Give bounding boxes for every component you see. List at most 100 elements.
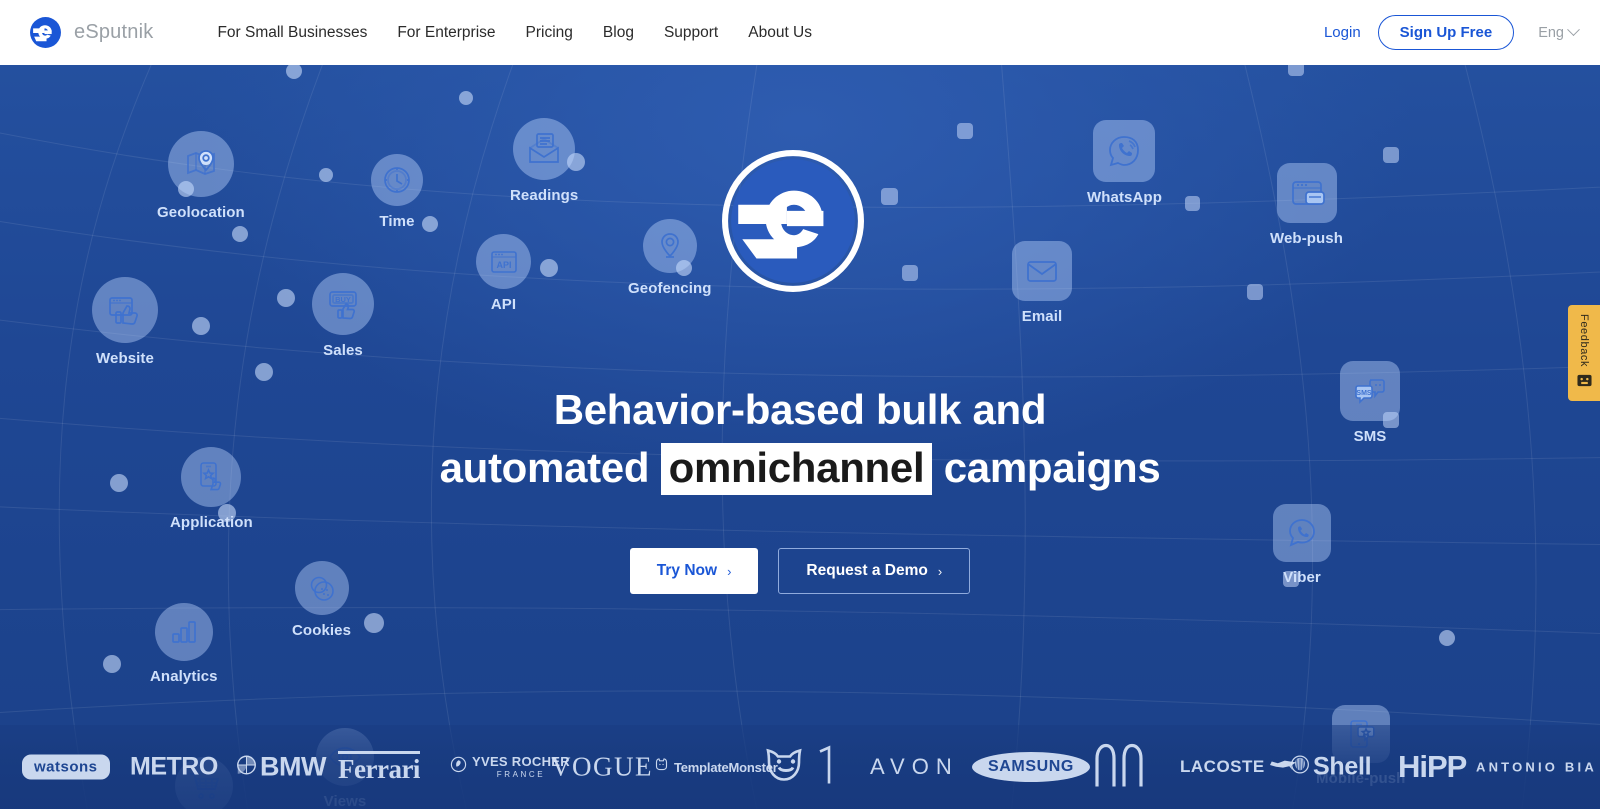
- client-logo-samsung: SAMSUNG: [972, 752, 1090, 782]
- channel-chip-whatsapp[interactable]: WhatsApp: [1087, 120, 1162, 206]
- watsons-wordmark: watsons: [22, 754, 110, 780]
- chevron-right-icon: ›: [727, 563, 732, 579]
- channel-chip-analytics[interactable]: Analytics: [150, 603, 218, 685]
- chip-label: Geofencing: [628, 280, 712, 297]
- headline-prefix: automated: [439, 444, 661, 491]
- whatsapp-icon: [1093, 120, 1156, 182]
- channel-chip-time[interactable]: Time: [371, 154, 423, 230]
- chip-label: Email: [1021, 308, 1063, 325]
- sign-up-free-button[interactable]: Sign Up Free: [1377, 15, 1515, 50]
- chip-label: Web-push: [1270, 230, 1344, 247]
- chip-label: Application: [170, 514, 253, 531]
- hotline-cat-icon: [762, 743, 810, 792]
- try-now-button[interactable]: Try Now ›: [629, 548, 759, 594]
- clock-icon: [371, 154, 423, 206]
- antonio-biaggi-wordmark: ANTONIO BIA: [1476, 759, 1597, 775]
- client-logo-templatemonster: TemplateMonster: [654, 757, 778, 777]
- hotline-one-icon: [816, 744, 836, 791]
- channel-chip-sales[interactable]: BUY Sales: [312, 273, 374, 359]
- map-pin-icon: [167, 131, 234, 197]
- try-now-label: Try Now: [656, 562, 718, 579]
- language-selector[interactable]: Eng: [1538, 23, 1580, 41]
- client-logo-watsons: watsons: [22, 754, 110, 780]
- mcdonalds-arches-icon: [1093, 741, 1145, 794]
- headline-suffix: campaigns: [932, 444, 1161, 491]
- channel-chip-readings[interactable]: Readings: [510, 118, 578, 204]
- client-logos-strip: watsons METRO BMW Ferrari YVES ROCHER FR…: [0, 725, 1600, 809]
- nav-item-about-us[interactable]: About Us: [733, 24, 827, 42]
- templatemonster-mark-icon: [654, 757, 669, 777]
- headline-line-1: Behavior-based bulk and: [553, 386, 1047, 433]
- hipp-wordmark: HiPP: [1398, 749, 1467, 784]
- smiley-face-icon: [1576, 373, 1592, 393]
- language-label: Eng: [1538, 24, 1564, 41]
- chip-label: Cookies: [292, 622, 352, 639]
- esputnik-circle-logo-icon: [722, 150, 864, 292]
- header-actions: Login Sign Up Free Eng: [1324, 15, 1580, 50]
- page-title: Behavior-based bulk and automated omnich…: [0, 383, 1600, 495]
- esputnik-logo-icon: [29, 16, 62, 49]
- request-a-demo-button[interactable]: Request a Demo ›: [778, 548, 971, 594]
- web-push-icon: [1276, 163, 1337, 223]
- headline-highlighted-word: omnichannel: [660, 443, 933, 495]
- yves-rocher-emblem-icon: [450, 756, 467, 778]
- bmw-wordmark: BMW: [260, 751, 326, 782]
- brand-logo-link[interactable]: eSputnik: [29, 16, 153, 49]
- geofence-pin-icon: [642, 219, 697, 273]
- samsung-wordmark: SAMSUNG: [972, 752, 1090, 782]
- channel-chip-web-push[interactable]: Web-push: [1270, 163, 1343, 247]
- nav-item-pricing[interactable]: Pricing: [511, 24, 588, 42]
- channel-chip-geolocation[interactable]: Geolocation: [157, 131, 245, 221]
- chip-label: Geolocation: [157, 204, 245, 221]
- nav-item-for-enterprise[interactable]: For Enterprise: [382, 24, 510, 42]
- api-window-icon: API: [476, 234, 531, 289]
- client-logo-vogue: VOGUE: [551, 752, 653, 783]
- thumbs-up-page-icon: [92, 277, 158, 343]
- client-logo-lacoste: LACOSTE: [1180, 757, 1296, 777]
- vogue-wordmark: VOGUE: [551, 751, 653, 782]
- chevron-right-icon: ›: [937, 563, 943, 579]
- client-logo-bmw: BMW: [236, 752, 326, 783]
- svg-text:BUY: BUY: [335, 295, 351, 304]
- nav-item-support[interactable]: Support: [649, 24, 733, 42]
- client-logo-antonio-biaggi: ANTONIO BIA: [1476, 760, 1597, 775]
- shell-pecten-icon: [1290, 755, 1310, 780]
- client-logo-hotline: [762, 743, 836, 792]
- cta-button-group: Try Now › Request a Demo ›: [0, 548, 1600, 594]
- envelope-icon: [1012, 241, 1072, 301]
- chip-label: Time: [379, 213, 415, 230]
- site-header: eSputnik For Small Businesses For Enterp…: [0, 0, 1600, 65]
- buy-button-icon: BUY: [312, 273, 374, 335]
- client-logo-hipp: HiPP: [1398, 749, 1467, 785]
- shell-wordmark: Shell: [1313, 752, 1372, 781]
- chip-label: Readings: [510, 187, 579, 204]
- brand-name: eSputnik: [74, 21, 154, 43]
- nav-item-for-small-businesses[interactable]: For Small Businesses: [202, 24, 382, 42]
- hero-section: Geolocation Time Readings WhatsApp Web-p…: [0, 65, 1600, 809]
- chip-label: Analytics: [150, 668, 218, 685]
- avon-wordmark: AVON: [870, 754, 959, 779]
- bar-chart-icon: [154, 603, 213, 661]
- metro-wordmark: METRO: [130, 752, 218, 781]
- login-link[interactable]: Login: [1324, 24, 1361, 41]
- headline-line-2: automated omnichannel campaigns: [0, 441, 1600, 495]
- channel-chip-api[interactable]: API API: [476, 234, 531, 313]
- client-logo-mcdonalds: [1093, 741, 1145, 794]
- chip-label: Website: [96, 350, 154, 367]
- feedback-tab[interactable]: Feedback: [1568, 305, 1600, 401]
- ferrari-wordmark: Ferrari: [338, 754, 420, 784]
- bmw-roundel-icon: [236, 754, 257, 780]
- open-mail-icon: [513, 118, 576, 180]
- feedback-label: Feedback: [1578, 314, 1590, 368]
- svg-text:API: API: [496, 260, 511, 270]
- channel-chip-geofencing[interactable]: Geofencing: [628, 219, 712, 297]
- lacoste-wordmark: LACOSTE: [1180, 757, 1265, 776]
- main-navigation: For Small Businesses For Enterprise Pric…: [202, 24, 827, 42]
- chip-label: Sales: [323, 342, 363, 359]
- channel-chip-website[interactable]: Website: [92, 277, 158, 367]
- channel-chip-email[interactable]: Email: [1012, 241, 1072, 325]
- client-logo-shell: Shell: [1290, 752, 1372, 782]
- chevron-down-icon: [1567, 23, 1580, 37]
- nav-item-blog[interactable]: Blog: [588, 24, 649, 42]
- chip-label: API: [490, 296, 517, 313]
